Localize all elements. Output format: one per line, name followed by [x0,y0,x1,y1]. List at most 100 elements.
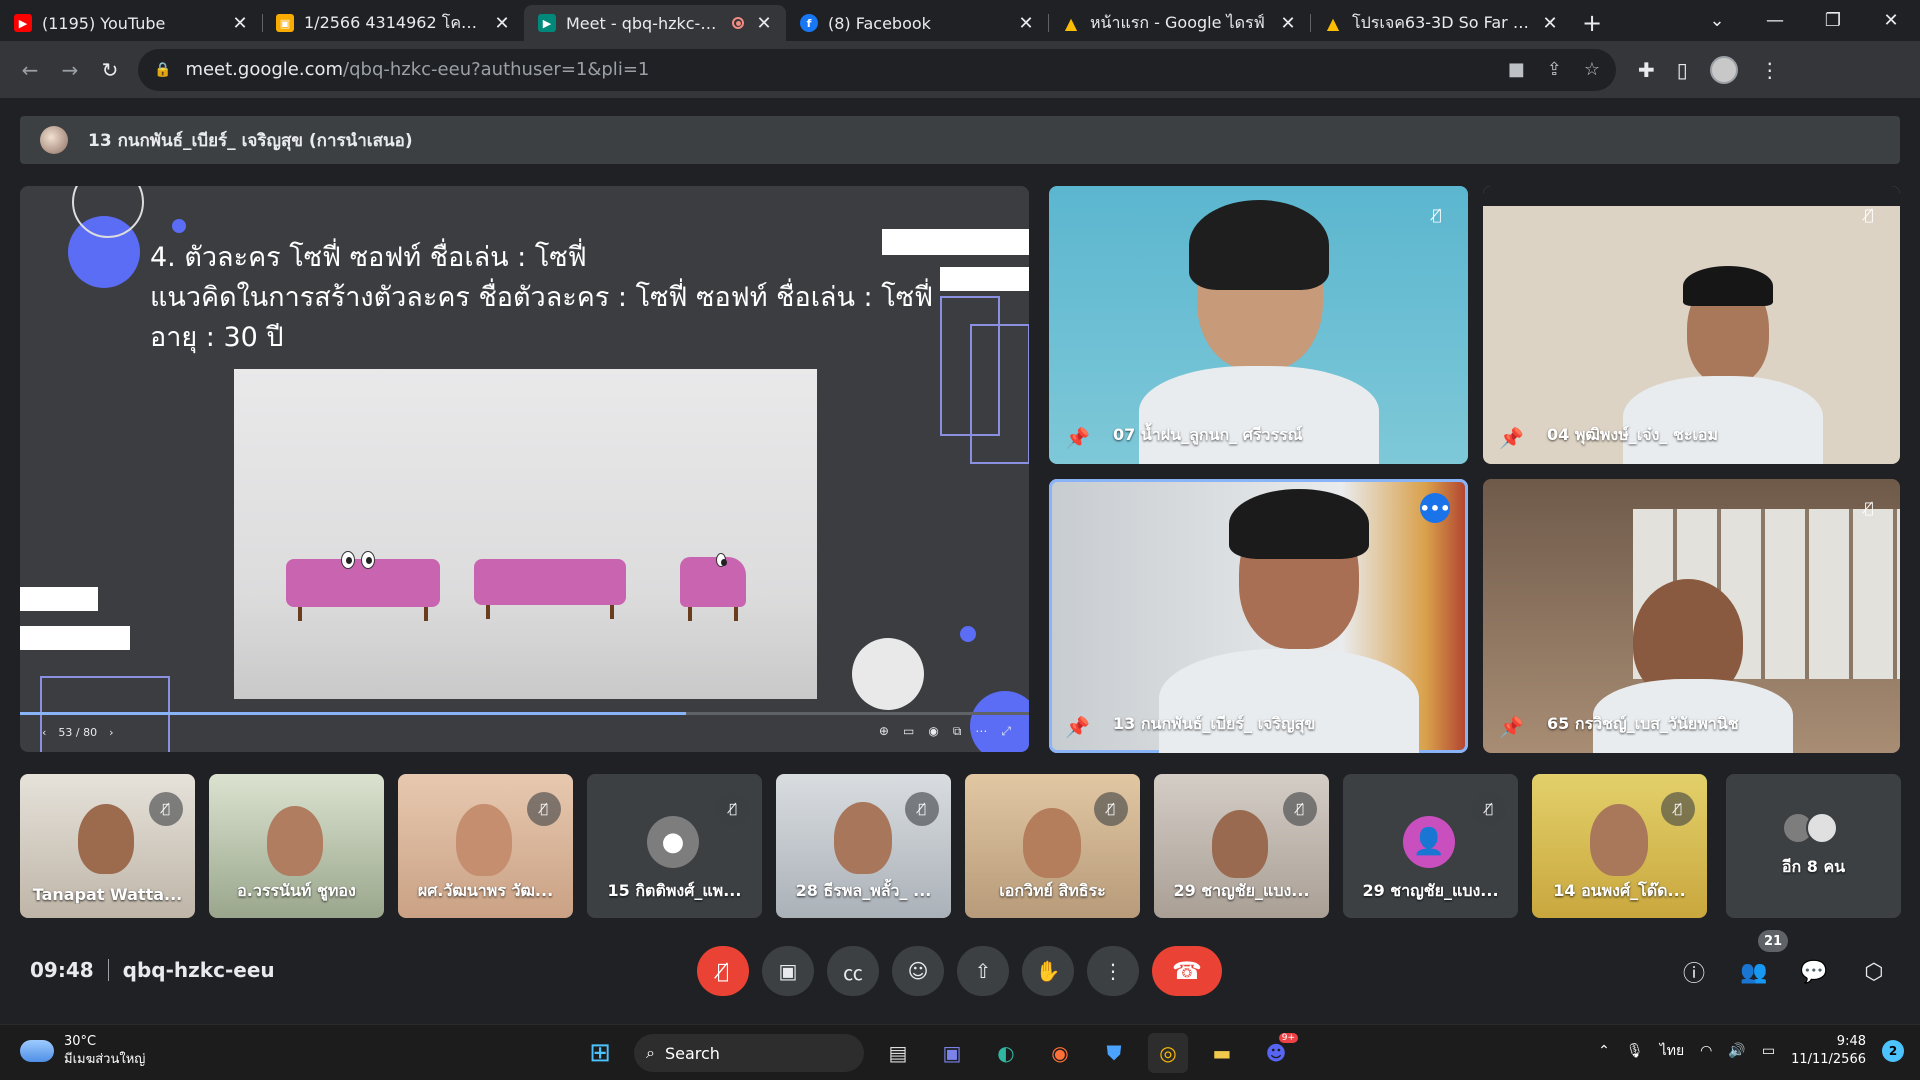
mic-off-icon: 🎙̸ [1661,792,1695,826]
video-tile[interactable]: 🎙̸ 📌 07 น้ำฝน_ลูกนก_ ศรีวรรณ์ [1049,186,1468,464]
presentation-tile[interactable]: 4. ตัวละคร โซฟี่ ซอฟท์ ชื่อเล่น : โซฟี่ … [20,186,1029,752]
tab-meet[interactable]: ▶ Meet - qbq-hzkc-eeu ✕ [524,5,786,41]
minimize-icon[interactable]: — [1746,10,1804,31]
raise-hand-button[interactable]: ✋ [1022,946,1074,996]
pin-icon[interactable]: 📌 [1499,715,1524,739]
battery-icon[interactable]: ▭ [1762,1043,1775,1059]
teams-chat-icon[interactable]: ▣ [932,1033,972,1073]
participant-tile[interactable]: 🎙̸ 14 อนพงศ์_โด๊ด... [1532,774,1707,918]
notification-badge[interactable]: 2 [1882,1040,1904,1062]
decorative-dot [172,219,186,233]
people-button[interactable]: 👥 [1736,954,1772,990]
menu-kebab-icon[interactable]: ⋮ [1760,58,1780,82]
forward-icon[interactable]: → [50,50,90,90]
more-options-button[interactable]: ••• [1420,493,1450,523]
tab-search-icon[interactable]: ⌄ [1688,10,1746,31]
zoom-icon[interactable]: ⊕ [879,724,889,739]
task-view-icon[interactable]: ▤ [878,1033,918,1073]
taskbar-search[interactable]: ⌕ Search [634,1034,864,1072]
chat-button[interactable]: 💬 [1796,954,1832,990]
participant-tile[interactable]: 🎙̸ 28 ธีรพล_พลั้ว_ ... [776,774,951,918]
leave-call-button[interactable]: ☎ [1152,946,1222,996]
microphone-icon[interactable]: 🎙 [1626,1043,1644,1059]
tab-facebook[interactable]: f (8) Facebook ✕ [786,5,1048,41]
chevron-up-icon[interactable]: ⌃ [1598,1043,1610,1059]
file-explorer-icon[interactable]: ▬ [1202,1033,1242,1073]
edge-icon[interactable]: ◐ [986,1033,1026,1073]
video-tile[interactable]: 🎙̸ 📌 04 พุฒิพงษ์_เจ๋ง_ ชะเอม [1483,186,1900,464]
side-panel-icon[interactable]: ▯ [1677,58,1688,82]
language-indicator[interactable]: ไทย [1660,1040,1684,1062]
clock[interactable]: 9:48 11/11/2566 [1791,1033,1866,1069]
chrome-icon[interactable]: ◎ [1148,1033,1188,1073]
lock-icon[interactable]: 🔒 [154,62,171,78]
participant-tile[interactable]: 🎙̸ 29 ชาญชัย_แบง... [1154,774,1329,918]
tab-drive-project[interactable]: ▲ โปรเจค63-3D So Far Away - ✕ [1310,5,1572,41]
back-icon[interactable]: ← [10,50,50,90]
tab-classroom[interactable]: ▣ 1/2566 4314962 โครงงานแอ ✕ [262,5,524,41]
decorative-dot [960,626,976,642]
close-icon[interactable]: ✕ [1278,13,1298,34]
more-icon[interactable]: ⋯ [975,724,987,739]
captions-icon[interactable]: ▭ [903,724,914,739]
weather-widget[interactable]: 30°C มีเมฆส่วนใหญ่ [20,1033,145,1069]
mic-toggle-button[interactable]: 🎙̸ [697,946,749,996]
volume-icon[interactable]: 🔊 [1728,1043,1745,1059]
security-app-icon[interactable]: ⛊ [1094,1033,1134,1073]
windows-start-icon[interactable]: ⊞ [580,1033,620,1073]
pip-icon[interactable]: ⧉ [953,724,962,739]
more-vertical-icon: ⋮ [1103,959,1123,983]
omnibox-actions: ■ ⇪ ☆ [1508,59,1600,80]
bookmark-star-icon[interactable]: ☆ [1584,59,1600,80]
new-tab-button[interactable]: + [1572,5,1612,41]
chevron-left-icon[interactable]: ‹ [42,726,46,739]
camera-toggle-button[interactable]: ▣ [762,946,814,996]
share-icon[interactable]: ⇪ [1547,59,1562,80]
firefox-icon[interactable]: ◉ [1040,1033,1080,1073]
tab-youtube[interactable]: ▶ (1195) YouTube ✕ [0,5,262,41]
close-icon[interactable]: ✕ [1540,13,1560,34]
presenter-name: 13 กนกพันธ์_เบียร์_ เจริญสุข (การนำเสนอ) [88,130,413,151]
activities-button[interactable]: ⬡ [1856,954,1892,990]
reload-icon[interactable]: ↻ [90,50,130,90]
video-tile[interactable]: 🎙̸ 📌 65 กรวิชญ์_เบส_วันัยพานิช [1483,479,1900,753]
pin-icon[interactable]: 📌 [1065,715,1090,739]
address-bar[interactable]: 🔒 meet.google.com /qbq-hzkc-eeu?authuser… [138,48,1616,91]
decorative-bar [20,626,130,650]
decorative-frame [970,324,1029,464]
meet-stage: 13 กนกพันธ์_เบียร์_ เจริญสุข (การนำเสนอ)… [0,98,1920,1024]
chevron-right-icon[interactable]: › [109,726,113,739]
captions-button[interactable]: ㏄ [827,946,879,996]
tab-drive-home[interactable]: ▲ หน้าแรก - Google ไดรฟ์ ✕ [1048,5,1310,41]
participant-tile[interactable]: 🎙̸ ผศ.วัฒนาพร วัฒ... [398,774,573,918]
wifi-icon[interactable]: ◠ [1700,1043,1712,1059]
close-window-icon[interactable]: ✕ [1862,10,1920,31]
audio-icon[interactable]: ◉ [928,724,938,739]
fullscreen-icon[interactable]: ⤢ [1001,724,1011,739]
tab-title: (1195) YouTube [42,13,166,33]
more-options-button[interactable]: ⋮ [1087,946,1139,996]
pin-icon[interactable]: 📌 [1065,426,1090,450]
pin-icon[interactable]: 📌 [1499,426,1524,450]
meeting-info: 09:48 qbq-hzkc-eeu [30,958,275,982]
close-icon[interactable]: ✕ [492,13,512,34]
discord-badge: 9+ [1278,1033,1298,1043]
profile-avatar[interactable] [1709,55,1738,84]
meeting-details-button[interactable]: ⓘ [1676,954,1712,990]
participant-tile[interactable]: ● 🎙̸ 15 กิตติพงศ์_แพ... [587,774,762,918]
restore-icon[interactable]: ❐ [1804,10,1862,31]
camera-icon[interactable]: ■ [1508,59,1525,80]
discord-icon[interactable]: ☻ 9+ [1256,1033,1298,1073]
close-icon[interactable]: ✕ [754,13,774,34]
others-tile[interactable]: อีก 8 คน [1726,774,1901,918]
participant-tile[interactable]: 🎙̸ เอกวิทย์ สิทธิระ [965,774,1140,918]
close-icon[interactable]: ✕ [1016,13,1036,34]
participant-tile[interactable]: 👤 🎙̸ 29 ชาญชัย_แบง... [1343,774,1518,918]
participant-tile[interactable]: อ.วรรนันท์ ชูทอง [209,774,384,918]
reactions-button[interactable]: ☺ [892,946,944,996]
present-button[interactable]: ⇧ [957,946,1009,996]
extensions-icon[interactable]: ✚ [1638,58,1655,82]
close-icon[interactable]: ✕ [230,13,250,34]
video-tile-active[interactable]: ••• 📌 13 กนกพันธ์_เบียร์_ เจริญสุข [1049,479,1468,753]
participant-tile[interactable]: 🎙̸ Tanapat Watta... [20,774,195,918]
